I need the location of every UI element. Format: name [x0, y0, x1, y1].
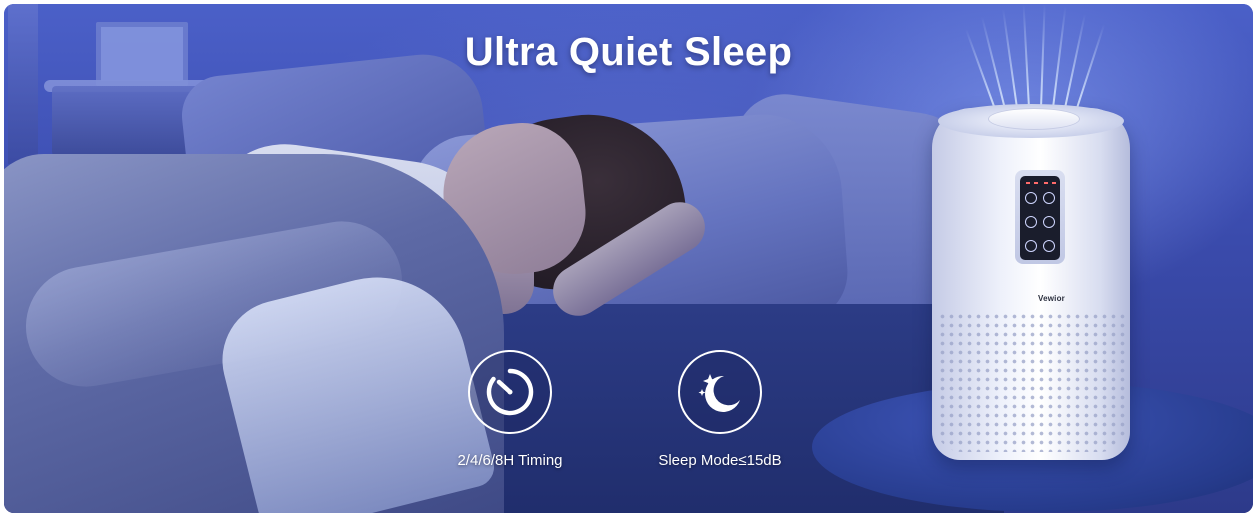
- fan-speed-icon: [1025, 192, 1037, 204]
- feature-sleep-mode-label: Sleep Mode≤15dB: [658, 452, 782, 469]
- lock-button-icon: [1043, 240, 1055, 252]
- control-screen: [1020, 176, 1060, 260]
- sleep-button-icon: [1025, 216, 1037, 228]
- feature-sleep-mode: Sleep Mode≤15dB: [620, 350, 820, 469]
- power-button-icon: [1025, 240, 1037, 252]
- timer-icon: [468, 350, 552, 434]
- feature-timing: 2/4/6/8H Timing: [410, 350, 610, 469]
- feature-timing-label: 2/4/6/8H Timing: [457, 452, 563, 469]
- lamp: [8, 4, 38, 164]
- headline: Ultra Quiet Sleep: [464, 30, 793, 74]
- moon-stars-icon: [678, 350, 762, 434]
- purifier-top-cap: [988, 108, 1080, 130]
- light-button-icon: [1043, 216, 1055, 228]
- timer-button-icon: [1043, 192, 1055, 204]
- purifier-intake-mesh: [936, 310, 1126, 452]
- brand-logo: Vewior: [1038, 294, 1065, 303]
